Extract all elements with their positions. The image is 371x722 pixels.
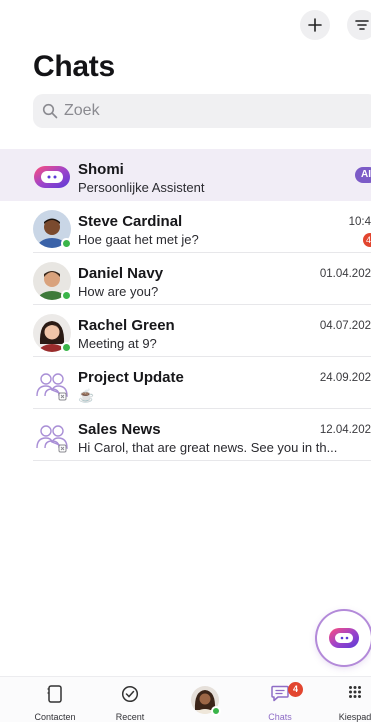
recent-check-icon — [121, 685, 139, 703]
chat-date: 10:4 — [348, 216, 371, 228]
chat-preview: Meeting at 9? — [78, 336, 157, 351]
divider — [33, 460, 371, 461]
group-icon — [36, 425, 68, 453]
chat-list: Shomi Persoonlijke Assistent AI Steve Ca… — [0, 149, 371, 461]
tab-label: Contacten — [34, 712, 76, 722]
tab-label: Kiespad — [338, 712, 371, 722]
avatar — [33, 418, 71, 456]
search-bar[interactable] — [33, 94, 371, 128]
filter-icon — [355, 20, 369, 30]
chat-date: 01.04.202 — [319, 268, 371, 280]
tab-label: Recent — [115, 712, 145, 722]
chat-name: Sales News — [78, 421, 161, 438]
dialpad-icon — [349, 686, 361, 698]
tab-chats[interactable]: 4 Chats — [245, 677, 315, 722]
chat-preview: ☕ — [78, 388, 95, 403]
filter-button[interactable] — [347, 10, 371, 40]
plus-icon — [308, 18, 322, 32]
online-status-dot — [211, 706, 221, 716]
group-icon — [36, 373, 68, 401]
page-title: Chats — [33, 50, 115, 83]
assistant-logo-icon — [34, 166, 70, 188]
ai-badge: AI — [355, 167, 371, 183]
chat-preview: Persoonlijke Assistent — [78, 180, 205, 195]
chat-name: Steve Cardinal — [78, 213, 183, 230]
list-item-project-update[interactable]: Project Update ☕ 24.09.202 — [0, 357, 371, 409]
chat-name: Project Update — [78, 369, 184, 386]
tab-kiespad[interactable]: Kiespad — [320, 677, 371, 722]
tab-recent[interactable]: Recent — [95, 677, 165, 722]
tab-label: Chats — [268, 712, 292, 722]
avatar — [33, 262, 72, 301]
online-status-dot — [61, 290, 72, 301]
chat-date: 04.07.202 — [319, 320, 371, 332]
chat-name: Rachel Green — [78, 317, 175, 334]
search-icon — [42, 103, 58, 119]
new-chat-button[interactable] — [300, 10, 330, 40]
search-input[interactable] — [64, 102, 344, 120]
list-item-steve-cardinal[interactable]: Steve Cardinal Hoe gaat het met je? 10:4… — [0, 201, 371, 253]
tab-profile[interactable] — [170, 677, 240, 722]
chat-preview: How are you? — [78, 284, 159, 299]
unread-badge: 4 — [288, 682, 303, 697]
top-bar — [0, 10, 371, 42]
online-status-dot — [61, 342, 72, 353]
list-item-sales-news[interactable]: Sales News Hi Carol, that are great news… — [0, 409, 371, 461]
list-item-shomi[interactable]: Shomi Persoonlijke Assistent AI — [0, 149, 371, 201]
avatar — [33, 210, 72, 249]
chat-name: Daniel Navy — [78, 265, 164, 282]
avatar — [33, 314, 72, 353]
chat-name: Shomi — [78, 161, 124, 178]
online-status-dot — [61, 238, 72, 249]
profile-avatar — [191, 686, 221, 716]
avatar — [33, 366, 71, 404]
tab-bar: Contacten Recent 4 Chats Kiespad — [0, 676, 371, 722]
unread-badge: 4 — [363, 233, 371, 247]
chat-date: 24.09.202 — [319, 372, 371, 384]
chat-preview: Hoe gaat het met je? — [78, 232, 199, 247]
chat-preview: Hi Carol, that are great news. See you i… — [78, 440, 338, 455]
phone-book-icon — [47, 685, 62, 703]
assistant-fab-button[interactable] — [317, 611, 371, 665]
chat-bubble-icon — [271, 685, 289, 702]
assistant-logo-icon — [329, 628, 359, 648]
tab-contacten[interactable]: Contacten — [20, 677, 90, 722]
list-item-rachel-green[interactable]: Rachel Green Meeting at 9? 04.07.202 — [0, 305, 371, 357]
list-item-daniel-navy[interactable]: Daniel Navy How are you? 01.04.202 — [0, 253, 371, 305]
chat-date: 12.04.202 — [319, 424, 371, 436]
assistant-avatar — [33, 158, 71, 196]
